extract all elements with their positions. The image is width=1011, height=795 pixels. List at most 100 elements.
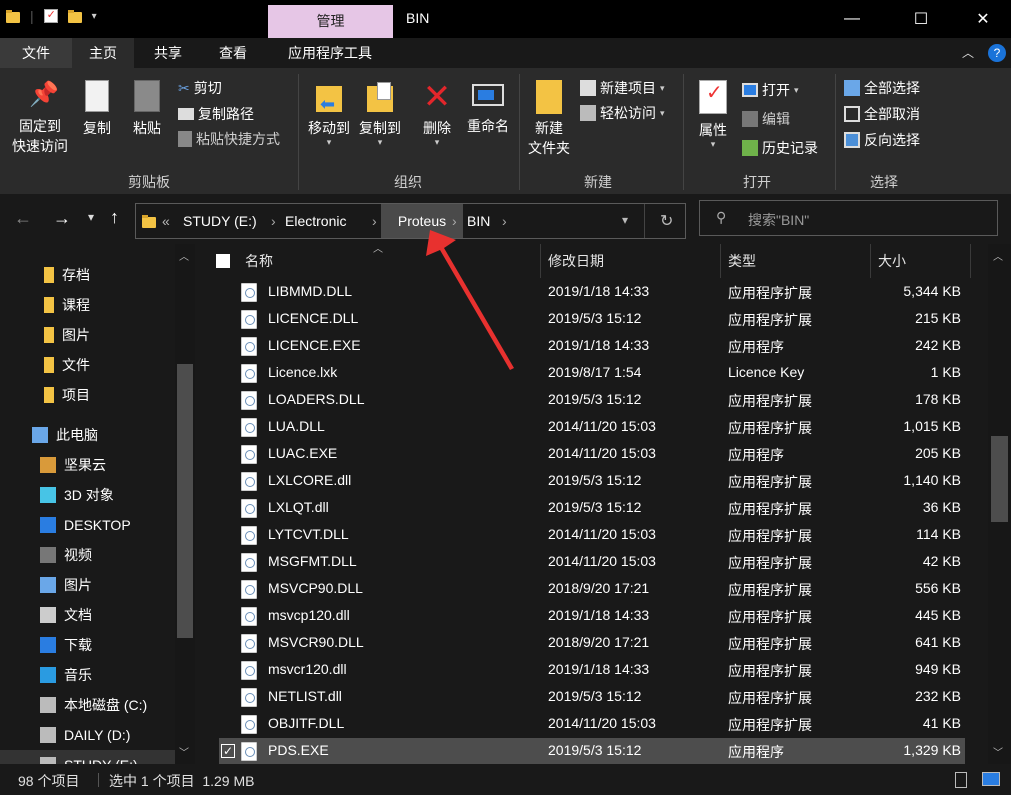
refresh-icon[interactable]: ↻ <box>660 211 673 231</box>
file-icon <box>241 715 257 734</box>
edit-button[interactable]: 编辑 <box>742 109 790 129</box>
scroll-thumb[interactable] <box>991 436 1008 522</box>
cut-button[interactable]: ✂ 剪切 <box>178 78 222 98</box>
select-all-label: 全部选择 <box>864 80 920 96</box>
file-date: 2019/5/3 15:12 <box>548 310 642 326</box>
column-date[interactable]: 修改日期 <box>548 244 604 278</box>
easy-access-button[interactable]: 轻松访问 ▾ <box>580 103 665 123</box>
tab-home[interactable]: 主页 <box>72 38 134 68</box>
recent-locations-button[interactable]: ▾ <box>88 210 94 224</box>
scroll-down-icon[interactable]: ﹀ <box>179 744 189 759</box>
file-icon <box>241 553 257 572</box>
overflow-icon[interactable]: « <box>162 213 170 229</box>
select-all-button[interactable]: 全部选择 <box>844 78 920 98</box>
select-none-button[interactable]: 全部取消 <box>844 104 920 124</box>
tab-manage[interactable]: 管理 <box>268 5 393 38</box>
file-size: 949 KB <box>915 661 961 677</box>
delete-button[interactable]: ✕ 删除 ▾ <box>418 80 456 147</box>
column-divider[interactable] <box>970 244 971 278</box>
tab-file[interactable]: 文件 <box>0 38 72 68</box>
large-icons-view-icon[interactable] <box>982 772 1000 786</box>
new-item-button[interactable]: 新建项目 ▾ <box>580 78 665 98</box>
up-button[interactable]: ↑ <box>110 207 119 228</box>
table-row[interactable]: NETLIST.dll 2019/5/3 15:12 应用程序扩展 232 KB <box>219 684 965 711</box>
invert-selection-button[interactable]: 反向选择 <box>844 130 920 150</box>
row-checkbox[interactable]: ✓ <box>221 744 235 758</box>
table-row[interactable]: msvcp120.dll 2019/1/18 14:33 应用程序扩展 445 KB <box>219 603 965 630</box>
maximize-button[interactable]: ☐ <box>898 0 944 38</box>
table-row[interactable]: LYTCVT.DLL 2014/11/20 15:03 应用程序扩展 114 KB <box>219 522 965 549</box>
chevron-right-icon[interactable]: › <box>271 213 276 229</box>
table-row[interactable]: LUA.DLL 2014/11/20 15:03 应用程序扩展 1,015 KB <box>219 414 965 441</box>
select-all-checkbox[interactable] <box>216 254 230 268</box>
sort-ascending-icon: ︿ <box>373 244 383 255</box>
help-icon[interactable]: ? <box>988 44 1006 62</box>
minimize-button[interactable]: — <box>829 0 875 38</box>
table-row[interactable]: msvcr120.dll 2019/1/18 14:33 应用程序扩展 949 KB <box>219 657 965 684</box>
table-row[interactable]: LOADERS.DLL 2019/5/3 15:12 应用程序扩展 178 KB <box>219 387 965 414</box>
search-box[interactable]: ⚲ 搜索"BIN" <box>699 200 998 236</box>
chevron-down-icon[interactable]: ▾ <box>92 11 97 22</box>
scroll-down-icon[interactable]: ﹀ <box>993 744 1003 759</box>
properties-button[interactable]: ✓ 属性 ▾ <box>692 80 734 149</box>
file-type: 应用程序扩展 <box>728 393 812 409</box>
copy-path-button[interactable]: 复制路径 <box>178 104 254 124</box>
breadcrumb-study[interactable]: STUDY (E:) <box>183 213 257 229</box>
column-type[interactable]: 类型 <box>728 244 756 278</box>
sidebar-scrollbar[interactable]: ︿ ﹀ <box>175 244 195 764</box>
rename-button[interactable]: 重命名 <box>463 80 513 136</box>
table-row[interactable]: LICENCE.DLL 2019/5/3 15:12 应用程序扩展 215 KB <box>219 306 965 333</box>
address-bar[interactable]: « STUDY (E:) › Electronic › Proteus › BI… <box>135 203 686 239</box>
file-icon <box>241 634 257 653</box>
tab-view[interactable]: 查看 <box>213 38 253 68</box>
search-input[interactable]: 搜索"BIN" <box>748 210 809 230</box>
tab-app-tools[interactable]: 应用程序工具 <box>282 38 378 68</box>
search-icon: ⚲ <box>716 209 727 225</box>
table-row[interactable]: LXLCORE.dll 2019/5/3 15:12 应用程序扩展 1,140 KB <box>219 468 965 495</box>
scroll-up-icon[interactable]: ︿ <box>179 248 189 263</box>
properties-icon[interactable]: ✓ <box>43 9 58 23</box>
column-divider[interactable] <box>720 244 721 278</box>
history-button[interactable]: 历史记录 <box>742 138 818 158</box>
table-row[interactable]: OBJITF.DLL 2014/11/20 15:03 应用程序扩展 41 KB <box>219 711 965 738</box>
paste-shortcut-button[interactable]: 粘贴快捷方式 <box>178 129 280 149</box>
close-button[interactable]: ✕ <box>960 0 1006 38</box>
divider <box>683 74 684 190</box>
tab-share[interactable]: 共享 <box>148 38 188 68</box>
table-row[interactable]: MSGFMT.DLL 2014/11/20 15:03 应用程序扩展 42 KB <box>219 549 965 576</box>
table-row[interactable]: MSVCR90.DLL 2018/9/20 17:21 应用程序扩展 641 KB <box>219 630 965 657</box>
move-to-button[interactable]: ⬅ 移动到 ▾ <box>305 80 353 147</box>
column-size[interactable]: 大小 <box>878 244 906 278</box>
table-row[interactable]: LIBMMD.DLL 2019/1/18 14:33 应用程序扩展 5,344 KB <box>219 279 965 306</box>
table-row[interactable]: ✓ PDS.EXE 2019/5/3 15:12 应用程序 1,329 KB <box>219 738 965 764</box>
paste-button[interactable]: 粘贴 <box>128 80 166 138</box>
column-divider[interactable] <box>540 244 541 278</box>
table-row[interactable]: LICENCE.EXE 2019/1/18 14:33 应用程序 242 KB <box>219 333 965 360</box>
back-button[interactable]: ← <box>14 208 32 229</box>
copy-button[interactable]: 复制 <box>78 80 116 138</box>
file-list-scrollbar[interactable]: ︿ ﹀ <box>988 244 1011 764</box>
table-row[interactable]: MSVCP90.DLL 2018/9/20 17:21 应用程序扩展 556 KB <box>219 576 965 603</box>
table-row[interactable]: LUAC.EXE 2014/11/20 15:03 应用程序 205 KB <box>219 441 965 468</box>
file-type: 应用程序扩展 <box>728 663 812 679</box>
open-button[interactable]: 打开 ▾ <box>742 80 799 100</box>
details-view-icon[interactable] <box>955 772 967 788</box>
new-folder-button[interactable]: 新建 文件夹 <box>525 80 573 158</box>
forward-button[interactable]: → <box>53 208 71 229</box>
scroll-up-icon[interactable]: ︿ <box>993 248 1003 263</box>
new-folder-icon[interactable] <box>67 9 82 23</box>
column-divider[interactable] <box>870 244 871 278</box>
copy-to-button[interactable]: 复制到 ▾ <box>356 80 404 147</box>
table-row[interactable]: LXLQT.dll 2019/5/3 15:12 应用程序扩展 36 KB <box>219 495 965 522</box>
chevron-right-icon[interactable]: › <box>372 213 377 229</box>
breadcrumb-electronic[interactable]: Electronic <box>285 213 346 229</box>
scroll-thumb[interactable] <box>177 364 193 638</box>
column-name[interactable]: 名称 <box>245 244 273 278</box>
collapse-ribbon-icon[interactable]: ︿ <box>962 44 974 61</box>
chevron-down-icon: ▾ <box>660 107 665 118</box>
file-size: 42 KB <box>922 553 961 569</box>
address-dropdown-icon[interactable]: ▾ <box>622 213 628 227</box>
file-size: 1,015 KB <box>903 418 961 434</box>
table-row[interactable]: Licence.lxk 2019/8/17 1:54 Licence Key 1 KB <box>219 360 965 387</box>
pin-quick-access-button[interactable]: 📌 固定到 快速访问 <box>8 80 72 156</box>
